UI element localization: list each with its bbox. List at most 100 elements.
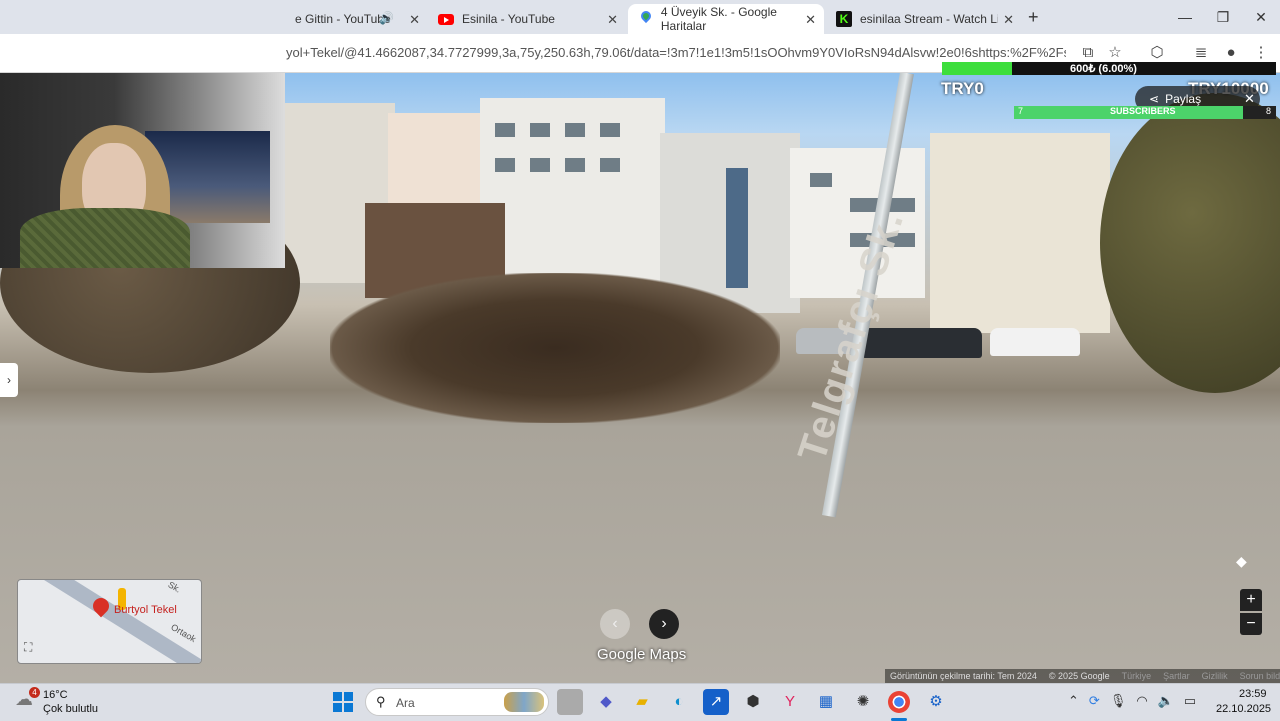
window: [530, 123, 550, 137]
chatgpt-icon[interactable]: ✺: [850, 689, 876, 715]
donation-goal-min: TRY0: [941, 79, 984, 98]
app-icon[interactable]: ↗: [703, 689, 729, 715]
zoom-in-button[interactable]: +: [1240, 589, 1262, 611]
window: [530, 158, 550, 172]
settings-gear-icon[interactable]: ⚙: [923, 689, 949, 715]
window: [726, 168, 748, 288]
tab-youtube-esinila[interactable]: Esinila - YouTube ✕: [428, 4, 626, 34]
share-icon: ⋖: [1149, 92, 1160, 106]
weather-condition[interactable]: Çok bulutlu: [43, 703, 98, 715]
google-maps-logo: Google Maps: [597, 646, 687, 663]
close-icon[interactable]: ✕: [409, 12, 420, 28]
close-window-button[interactable]: ✕: [1242, 0, 1280, 34]
map-footer: Görüntünün çekilme tarihi: Tem 2024 © 20…: [885, 669, 1280, 683]
tree: [1100, 93, 1280, 393]
taskbar: ☁ 4 16°C Çok bulutlu ⚲ Ara ◆ ▰ ◐ ↗ ⬢ Y ▦…: [0, 683, 1280, 721]
tab-kick-stream[interactable]: K esinilaa Stream - Watch Live on ✕: [826, 4, 1022, 34]
subscriber-goal-label: SUBSCRIBERS: [1110, 106, 1176, 116]
clock-date[interactable]: 22.10.2025: [1216, 703, 1271, 715]
window: [810, 173, 832, 187]
report-problem-link[interactable]: Sorun bildirin: [1240, 671, 1280, 681]
youtube-icon: [438, 13, 454, 25]
window: [565, 158, 585, 172]
google-maps-icon: [638, 11, 653, 27]
minimap-place-label[interactable]: Burtyol Tekel: [114, 604, 177, 616]
chevron-up-icon[interactable]: ⌃: [1068, 693, 1079, 709]
privacy-link[interactable]: Gizlilik: [1202, 671, 1228, 681]
edge-icon[interactable]: ◐: [666, 689, 692, 715]
parked-car: [990, 328, 1080, 356]
donation-goal-text: 600₺ (6.00%): [1070, 63, 1137, 75]
search-icon: ⚲: [376, 694, 386, 709]
microphone-icon[interactable]: 🎙: [1110, 693, 1127, 709]
copyright: © 2025 Google: [1048, 671, 1110, 681]
window: [495, 123, 515, 137]
next-image-button[interactable]: ›: [649, 609, 679, 639]
extensions-icon[interactable]: ⬡: [1146, 42, 1168, 64]
parked-car: [862, 328, 982, 358]
donation-goal-fill: [942, 62, 1013, 75]
speaker-icon[interactable]: 🔊: [379, 11, 394, 25]
task-view-icon[interactable]: [557, 689, 583, 715]
close-icon[interactable]: ✕: [607, 12, 618, 28]
building: [930, 133, 1110, 333]
previous-image-button[interactable]: ‹: [600, 609, 630, 639]
url-field[interactable]: yol+Tekel/@41.4662087,34.7727999,3a,75y,…: [286, 45, 1066, 60]
webcam-overlay: [0, 73, 285, 268]
zoom-out-button[interactable]: −: [1240, 613, 1262, 635]
teams-icon[interactable]: ◆: [593, 689, 619, 715]
tab-title: e Gittin - YouTube: [295, 12, 391, 26]
window: [495, 158, 515, 172]
subscriber-goal-target: 8: [1266, 106, 1272, 116]
new-tab-button[interactable]: +: [1028, 7, 1039, 28]
tab-youtube-gittin[interactable]: e Gittin - YouTube 🔊 ✕: [285, 4, 428, 34]
search-highlight-image: [504, 692, 544, 712]
share-label: Paylaş: [1165, 92, 1202, 106]
bookmark-star-icon[interactable]: ☆: [1104, 42, 1126, 64]
country-link[interactable]: Türkiye: [1122, 671, 1152, 681]
yandex-icon[interactable]: Y: [777, 689, 803, 715]
battery-icon[interactable]: ▭: [1184, 693, 1196, 709]
install-app-icon[interactable]: ⧉: [1077, 42, 1099, 64]
media-controls-icon[interactable]: ≣: [1190, 42, 1212, 64]
wifi-icon[interactable]: ◠: [1136, 693, 1147, 709]
minimize-button[interactable]: —: [1166, 0, 1204, 34]
search-placeholder: Ara: [396, 696, 415, 710]
expand-side-panel-button[interactable]: ›: [0, 363, 18, 397]
taskbar-search[interactable]: ⚲ Ara: [365, 688, 549, 716]
profile-avatar-icon[interactable]: ●: [1220, 42, 1242, 64]
kick-icon: K: [836, 11, 852, 27]
notification-badge: 4: [29, 687, 40, 698]
weather-temperature[interactable]: 16°C: [43, 689, 68, 701]
minimap-street-label: Sk.: [166, 579, 183, 595]
sync-icon[interactable]: ⟳: [1089, 693, 1100, 709]
calculator-icon[interactable]: ▦: [813, 689, 839, 715]
chrome-icon[interactable]: [888, 691, 910, 713]
window: [600, 123, 620, 137]
close-icon[interactable]: ✕: [1003, 12, 1014, 28]
close-icon[interactable]: ✕: [805, 12, 816, 28]
maximize-button[interactable]: ❐: [1204, 0, 1242, 34]
clock-time[interactable]: 23:59: [1239, 688, 1267, 700]
window: [600, 158, 620, 172]
app-icon[interactable]: ⬢: [740, 689, 766, 715]
minimap[interactable]: Burtyol Tekel Sk. Ortaok ⛶: [17, 579, 202, 664]
window: [565, 123, 585, 137]
subscriber-count: 7: [1018, 106, 1024, 116]
tab-google-maps[interactable]: 4 Üveyik Sk. - Google Haritalar ✕: [628, 4, 824, 34]
menu-kebab-icon[interactable]: ⋮: [1250, 42, 1272, 64]
tab-title: 4 Üveyik Sk. - Google Haritalar: [660, 5, 777, 33]
minimap-street-label: Ortaok: [169, 621, 198, 645]
file-explorer-icon[interactable]: ▰: [629, 689, 655, 715]
close-icon[interactable]: ✕: [1244, 91, 1255, 107]
tab-title: esinilaa Stream - Watch Live on: [860, 12, 998, 26]
compass-icon[interactable]: ◆: [1236, 553, 1247, 570]
terms-link[interactable]: Şartlar: [1163, 671, 1190, 681]
volume-icon[interactable]: 🔈: [1158, 693, 1174, 709]
expand-map-icon[interactable]: ⛶: [24, 640, 32, 655]
street-view-panorama[interactable]: Telgrafçı Sk. › Burtyol Tekel Sk. Ortaok…: [0, 73, 1280, 683]
start-button[interactable]: [333, 692, 353, 712]
browser-tab-bar: e Gittin - YouTube 🔊 ✕ Esinila - YouTube…: [0, 0, 1280, 34]
tab-title: Esinila - YouTube: [462, 12, 555, 26]
system-tray: ⌃ ⟳ 🎙 ◠ 🔈 ▭: [1068, 693, 1196, 709]
